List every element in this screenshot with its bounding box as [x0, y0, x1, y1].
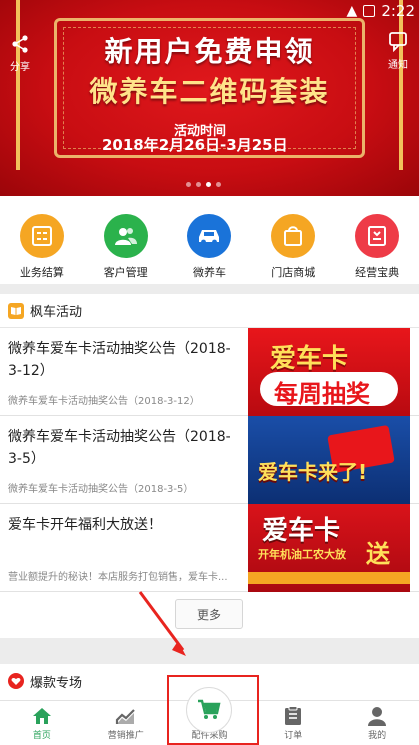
- signal-icon: ▲: [346, 3, 358, 19]
- quick-item-customers[interactable]: 客户管理: [84, 196, 168, 284]
- quick-menu: 业务结算 客户管理 微养车 门店商城 经营宝典: [0, 196, 419, 284]
- news-desc: 营业额提升的秘诀！本店服务打包销售，爱车卡...: [8, 572, 228, 583]
- status-bar: ▲ 2:22: [347, 0, 419, 22]
- more-button[interactable]: 更多: [175, 599, 243, 629]
- quick-item-label: 客户管理: [103, 266, 148, 279]
- users-icon: [103, 214, 148, 258]
- news-desc: 微养车爱车卡活动抽奖公告（2018-3-5）: [8, 484, 194, 495]
- promo-banner[interactable]: 新用户免费申领 微养车二维码套装 活动时间 2018年2月26日-3月25日 ▲…: [0, 0, 419, 196]
- nav-marketing[interactable]: 营销推广: [84, 701, 168, 745]
- quick-item-handbook[interactable]: 经营宝典: [335, 196, 419, 284]
- user-icon: [368, 707, 387, 726]
- calculator-icon: [19, 214, 64, 258]
- thumbnail-text: 爱车卡: [270, 344, 349, 374]
- notice-label: 通知: [388, 60, 408, 71]
- quick-item-store-mall[interactable]: 门店商城: [251, 196, 335, 284]
- order-icon: [285, 706, 302, 725]
- book-open-icon: [8, 302, 24, 319]
- news-item[interactable]: 微养车爱车卡活动抽奖公告（2018-3-12） 微养车爱车卡活动抽奖公告（201…: [0, 328, 419, 416]
- app-screen: 新用户免费申领 微养车二维码套装 活动时间 2018年2月26日-3月25日 ▲…: [0, 0, 419, 745]
- heart-icon: [8, 673, 24, 689]
- news-thumbnail: 爱车卡 每周抽奖: [248, 328, 410, 416]
- status-time: 2:22: [381, 2, 415, 20]
- banner-headline: 新用户免费申领: [104, 35, 315, 68]
- quick-item-settlement[interactable]: 业务结算: [0, 196, 84, 284]
- news-thumbnail: 爱车卡来了!: [248, 416, 410, 504]
- notice-button[interactable]: 通知: [384, 30, 412, 71]
- share-button[interactable]: 分享: [6, 34, 34, 73]
- home-icon: [32, 708, 51, 724]
- carousel-indicator: [186, 182, 221, 187]
- share-label: 分享: [10, 62, 30, 73]
- activity-title: 枫车活动: [30, 305, 83, 320]
- banner-subheadline: 微养车二维码套装: [89, 75, 330, 108]
- book-icon: [355, 214, 400, 258]
- message-icon: [389, 32, 407, 53]
- activity-header: 枫车活动: [0, 294, 419, 328]
- nav-label: 我的: [368, 731, 387, 741]
- hot-title: 爆款专场: [30, 675, 83, 691]
- thumbnail-text: 每周抽奖: [274, 380, 370, 408]
- nav-home[interactable]: 首页: [0, 701, 84, 745]
- nav-mine[interactable]: 我的: [335, 701, 419, 745]
- battery-icon: [363, 5, 376, 17]
- banner-date-range: 2018年2月26日-3月25日: [102, 136, 288, 154]
- highlight-box: [167, 675, 259, 745]
- news-item[interactable]: 微养车爱车卡活动抽奖公告（2018-3-5） 微养车爱车卡活动抽奖公告（2018…: [0, 416, 419, 504]
- nav-label: 营销推广: [107, 731, 144, 741]
- carousel-dot: [196, 182, 201, 187]
- trend-chart-icon: [115, 709, 135, 724]
- activity-section: 枫车活动 微养车爱车卡活动抽奖公告（2018-3-12） 微养车爱车卡活动抽奖公…: [0, 294, 419, 638]
- news-title: 爱车卡开年福利大放送！: [8, 517, 162, 533]
- carousel-dot: [186, 182, 191, 187]
- car-icon: [187, 214, 232, 258]
- news-title: 微养车爱车卡活动抽奖公告（2018-3-5）: [8, 429, 231, 467]
- quick-item-label: 门店商城: [271, 266, 316, 279]
- nav-label: 订单: [284, 731, 303, 741]
- news-item[interactable]: 爱车卡开年福利大放送！ 营业额提升的秘诀！本店服务打包销售，爱车卡... 爱车卡…: [0, 504, 419, 592]
- news-desc: 微养车爱车卡活动抽奖公告（2018-3-12）: [8, 396, 200, 407]
- quick-item-weiyangche[interactable]: 微养车: [168, 196, 252, 284]
- carousel-dot-active: [206, 182, 211, 187]
- nav-orders[interactable]: 订单: [251, 701, 335, 745]
- thumbnail-text: 爱车卡: [262, 516, 341, 546]
- carousel-dot: [216, 182, 221, 187]
- shopping-bag-icon: [271, 214, 316, 258]
- thumbnail-text: 爱车卡来了!: [258, 460, 368, 484]
- quick-item-label: 业务结算: [19, 266, 64, 279]
- quick-item-label: 微养车: [192, 266, 226, 279]
- thumbnail-text: 送: [366, 540, 390, 568]
- thumbnail-text: 开年机油工农大放: [258, 548, 346, 561]
- share-icon: [12, 35, 28, 53]
- news-thumbnail: 爱车卡 送 开年机油工农大放: [248, 504, 410, 592]
- news-title: 微养车爱车卡活动抽奖公告（2018-3-12）: [8, 341, 231, 379]
- quick-item-label: 经营宝典: [355, 266, 400, 279]
- nav-label: 首页: [32, 731, 51, 741]
